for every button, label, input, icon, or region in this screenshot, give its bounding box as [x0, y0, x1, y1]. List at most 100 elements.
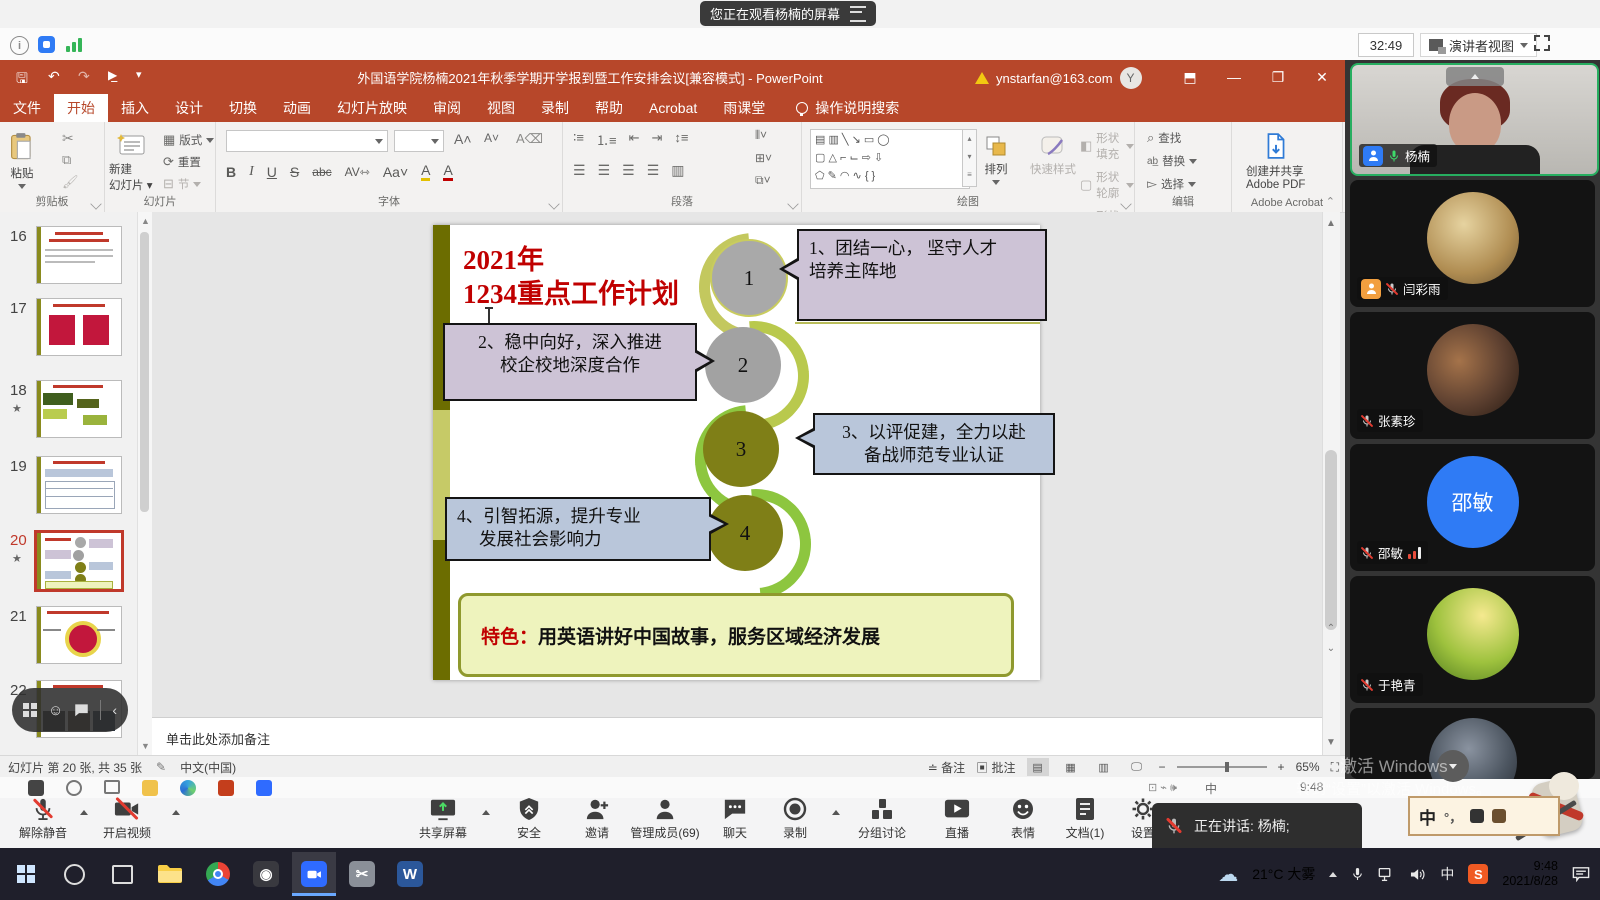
fullscreen-icon[interactable] [1534, 35, 1550, 51]
char-spacing-button[interactable]: AV⇿ [345, 165, 370, 179]
video-options-icon[interactable] [172, 810, 180, 815]
slide-thumbnail[interactable] [36, 606, 122, 664]
shape-fill-button[interactable]: ◧形状填充 [1080, 130, 1134, 162]
emoji-button[interactable]: 表情 [988, 797, 1058, 841]
zoom-in-button[interactable]: + [1278, 760, 1285, 774]
record-options-icon[interactable] [832, 810, 840, 815]
justify-icon[interactable]: ☰ [647, 162, 660, 179]
save-icon[interactable]: 🖫 [16, 68, 28, 92]
replace-button[interactable]: ab̲替换 [1147, 153, 1197, 169]
meeting-app-button[interactable] [292, 852, 336, 896]
collapse-left-icon[interactable]: ‹ [112, 702, 117, 718]
prev-slide-icon[interactable]: ⌃ [1324, 620, 1338, 636]
participant-video[interactable]: 闫彩雨 [1350, 180, 1595, 307]
tab-design[interactable]: 设计 [162, 94, 216, 122]
shapes-gallery-scrollbar[interactable]: ▴▾≡ [962, 129, 977, 187]
align-left-icon[interactable]: ☰ [573, 162, 586, 179]
ime-indicator[interactable]: 中 [1440, 864, 1454, 884]
viewing-banner[interactable]: 您正在观看杨楠的屏幕 [700, 1, 876, 26]
slide-thumbnail[interactable] [36, 456, 122, 514]
step-circle-1[interactable]: 1 [710, 239, 788, 317]
step-circle-2[interactable]: 2 [705, 327, 781, 403]
underline-button[interactable]: U [267, 164, 277, 180]
tab-view[interactable]: 视图 [474, 94, 528, 122]
weather-cloud-icon[interactable]: ☁ [1218, 862, 1238, 887]
ime-skin-icon[interactable] [1492, 809, 1506, 823]
minimize-button[interactable]: — [1212, 60, 1256, 94]
slide-scrollbar[interactable]: ▲ ⌃ ⌄ ▼ [1322, 212, 1340, 755]
new-slide-button[interactable]: 新建幻灯片 ▾ [109, 124, 152, 193]
tab-transitions[interactable]: 切换 [216, 94, 270, 122]
callout-1[interactable]: 1、团结一心， 坚守人才 培养主阵地 [797, 229, 1047, 321]
line-spacing-icon[interactable]: ↕≡ [674, 130, 688, 149]
tab-rainclass[interactable]: 雨课堂 [710, 94, 778, 122]
participant-video[interactable]: 张素珍 [1350, 312, 1595, 439]
tab-help[interactable]: 帮助 [582, 94, 636, 122]
step-circle-3[interactable]: 3 [703, 411, 779, 487]
zoom-out-button[interactable]: − [1159, 760, 1166, 774]
columns-icon[interactable]: ▥ [671, 162, 684, 179]
breakout-button[interactable]: 分组讨论 [844, 797, 920, 841]
ime-mode-indicator[interactable]: 中 [1419, 804, 1436, 829]
undo-icon[interactable]: ↶ [48, 68, 60, 85]
slide-thumbnail[interactable] [36, 226, 122, 284]
scroll-thumb[interactable] [1325, 450, 1337, 630]
notes-pane[interactable]: 单击此处添加备注 [152, 717, 1322, 756]
close-button[interactable]: ✕ [1300, 60, 1344, 94]
camera-app-button[interactable]: ◉ [244, 852, 288, 896]
tab-animations[interactable]: 动画 [270, 94, 324, 122]
slide-thumbnail-selected[interactable] [34, 530, 124, 592]
annotation-tools-icon[interactable] [23, 703, 37, 717]
participant-video[interactable]: 杨楠 [1350, 63, 1599, 176]
participant-video[interactable]: 于艳青 [1350, 576, 1595, 703]
emoji-icon[interactable]: ☺ [48, 702, 63, 719]
callout-3[interactable]: 3、以评促建，全力以赴 备战师范专业认证 [813, 413, 1055, 475]
tab-acrobat[interactable]: Acrobat [636, 94, 710, 122]
clear-format-icon[interactable]: A⌫ [516, 131, 543, 147]
word-app-button[interactable]: W [388, 852, 432, 896]
find-button[interactable]: ⌕查找 [1147, 130, 1197, 146]
participant-video[interactable]: 邵敏 邵敏 [1350, 444, 1595, 571]
start-slideshow-icon[interactable]: ▶̲ [108, 68, 117, 82]
align-center-icon[interactable]: ☰ [598, 162, 611, 179]
align-right-icon[interactable]: ☰ [622, 162, 635, 179]
sogou-icon[interactable]: S [1468, 864, 1488, 884]
live-button[interactable]: 直播 [922, 797, 992, 841]
tab-file[interactable]: 文件 [0, 94, 54, 122]
ime-tool-icon[interactable] [1470, 809, 1484, 823]
tab-insert[interactable]: 插入 [108, 94, 162, 122]
action-center-icon[interactable] [1572, 866, 1590, 882]
indent-icon[interactable]: ⇥ [651, 130, 662, 149]
scroll-up-icon[interactable]: ▲ [1324, 215, 1338, 231]
hidden-icons-chevron[interactable] [1329, 872, 1337, 877]
taskbar-clock[interactable]: 9:482021/8/28 [1502, 859, 1558, 889]
tab-record[interactable]: 录制 [528, 94, 582, 122]
tab-review[interactable]: 审阅 [420, 94, 474, 122]
zoom-level[interactable]: 65% [1296, 760, 1320, 774]
security-button[interactable]: 安全 [494, 797, 564, 841]
ribbon-display-icon[interactable]: ⬒ [1168, 60, 1212, 94]
scroll-down-icon[interactable]: ▼ [141, 741, 150, 751]
record-button[interactable]: 录制 [760, 797, 830, 841]
shrink-font-icon[interactable]: A˅ [484, 131, 499, 145]
account-info[interactable]: ynstarfan@163.com Y [975, 67, 1142, 89]
app-status-icon[interactable] [38, 36, 55, 53]
align-text-icon[interactable]: ⊞˅ [755, 151, 772, 165]
slide-title[interactable]: 2021年 1234重点工作计划 [463, 243, 679, 311]
thumbnail-scrollbar[interactable]: ▲ ▼ [137, 212, 152, 755]
annotation-toolbar[interactable]: ☺ ‹ [12, 688, 128, 732]
weather-text[interactable]: 21°C 大雾 [1252, 864, 1315, 884]
callout-4[interactable]: 4、引智拓源，提升专业 发展社会影响力 [445, 497, 711, 561]
tell-me-search[interactable]: 操作说明搜索 [796, 94, 899, 122]
ime-toolbar[interactable]: 中 °， [1408, 796, 1560, 836]
spellcheck-icon[interactable]: ✎ [156, 760, 166, 774]
network-signal-icon[interactable] [66, 37, 84, 52]
tray-mic-icon[interactable] [1351, 866, 1364, 882]
scroll-down-icon[interactable]: ▼ [1324, 734, 1338, 750]
language-indicator[interactable]: 中文(中国) [180, 759, 236, 776]
format-painter-icon[interactable]: 🖌 [62, 174, 79, 190]
font-color-button[interactable]: A [443, 162, 452, 181]
restore-button[interactable]: ❐ [1256, 60, 1300, 94]
snip-app-button[interactable]: ✂ [340, 852, 384, 896]
arrange-button[interactable]: 排列 [984, 126, 1008, 185]
